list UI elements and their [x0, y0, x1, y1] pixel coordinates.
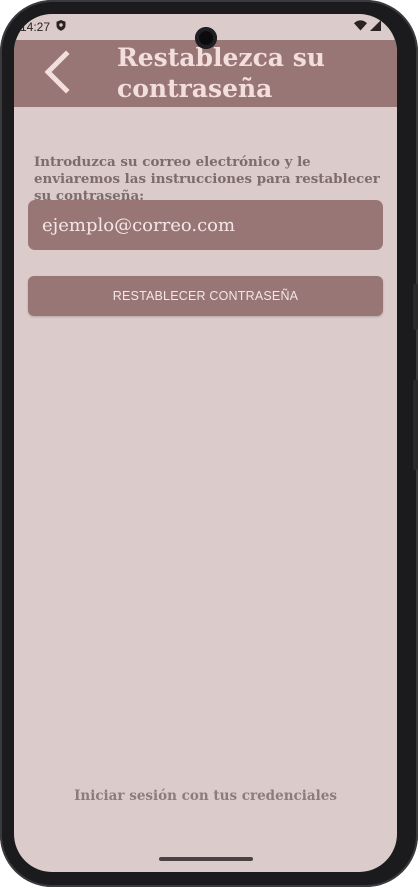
instructions-text: Introduzca su correo electrónico y le en…	[34, 154, 380, 204]
page-title: Restablezca su contraseña	[117, 43, 325, 103]
email-field[interactable]	[28, 200, 383, 250]
volume-button	[413, 284, 418, 330]
screen: 14:27 Restablezca su contraseña Introduz…	[14, 14, 397, 872]
chevron-left-icon	[42, 49, 70, 99]
app-bar: Restablezca su contraseña	[14, 40, 397, 107]
phone-frame: 14:27 Restablezca su contraseña Introduz…	[0, 0, 418, 887]
front-camera	[195, 27, 217, 49]
power-button	[413, 380, 418, 470]
home-indicator[interactable]	[159, 857, 253, 861]
signal-icon	[370, 20, 381, 34]
status-time: 14:27	[20, 20, 51, 34]
reset-password-button[interactable]: RESTABLECER CONTRASEÑA	[28, 276, 383, 316]
back-button[interactable]	[36, 49, 76, 99]
shield-icon	[56, 20, 66, 34]
login-link[interactable]: Iniciar sesión con tus credenciales	[14, 788, 397, 804]
wifi-icon	[354, 20, 367, 34]
